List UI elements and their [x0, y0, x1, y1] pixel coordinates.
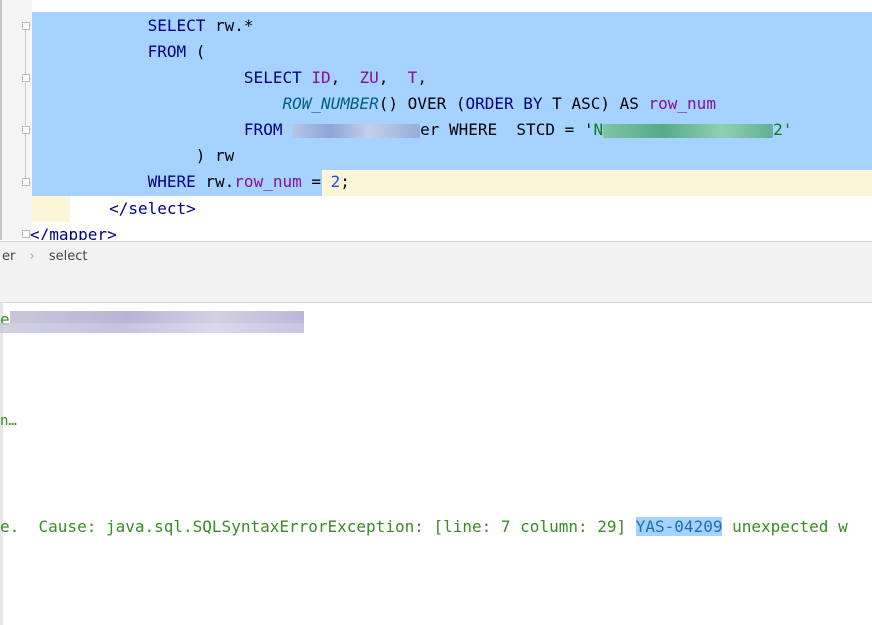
code-line[interactable]: FROM er WHERE STCD = 'N 2'	[32, 117, 872, 143]
xml-tag: </mapper>	[30, 225, 117, 240]
code-line[interactable]: </mapper>	[30, 222, 872, 240]
code-line[interactable]: g	[32, 0, 872, 34]
redacted-path	[10, 311, 304, 323]
breadcrumb-item[interactable]: er	[2, 242, 15, 272]
redacted-value	[603, 123, 774, 138]
fold-marker-icon[interactable]	[22, 178, 30, 186]
xml-tag: </select>	[109, 199, 196, 218]
breadcrumb-item-select[interactable]: select	[49, 242, 88, 272]
redacted-path	[0, 323, 304, 333]
fold-marker-icon[interactable]	[22, 126, 30, 134]
error-message-line: e. Cause: java.sql.SQLSyntaxErrorExcepti…	[0, 517, 848, 536]
fold-marker-icon[interactable]	[22, 74, 30, 82]
sql-keyword: FROM	[147, 42, 187, 61]
run-console[interactable]: e n… e. Cause: java.sql.SQLSyntaxErrorEx…	[0, 303, 872, 625]
breadcrumb: er › select	[0, 241, 872, 273]
chevron-right-icon: ›	[29, 249, 35, 264]
code-line[interactable]: SELECT rw.*	[32, 13, 872, 39]
code-line[interactable]: ROW_NUMBER() OVER (ORDER BY T ASC) AS ro…	[32, 91, 872, 117]
code-editor[interactable]: g SELECT rw.* FROM ( SELECT ID, ZU, T, R…	[0, 0, 872, 240]
fold-marker-icon[interactable]	[22, 230, 30, 238]
redacted-table-name	[292, 123, 421, 138]
code-line[interactable]: WHERE rw.row_num = 2;	[32, 169, 872, 195]
console-toolbar	[0, 272, 872, 303]
code-line[interactable]: </select>	[32, 196, 872, 222]
sql-keyword: SELECT	[147, 16, 206, 35]
error-code: YAS-04209	[635, 517, 723, 536]
code-line[interactable]: FROM (	[32, 39, 872, 65]
console-line: n…	[0, 413, 17, 429]
code-line[interactable]: ) rw	[32, 143, 872, 169]
editor-gutter	[0, 0, 32, 240]
console-gutter	[0, 303, 3, 625]
fold-marker-icon[interactable]	[22, 22, 30, 30]
function-name: ROW_NUMBER	[282, 94, 379, 113]
code-line[interactable]: SELECT ID, ZU, T,	[32, 65, 872, 91]
change-marker	[0, 0, 2, 240]
